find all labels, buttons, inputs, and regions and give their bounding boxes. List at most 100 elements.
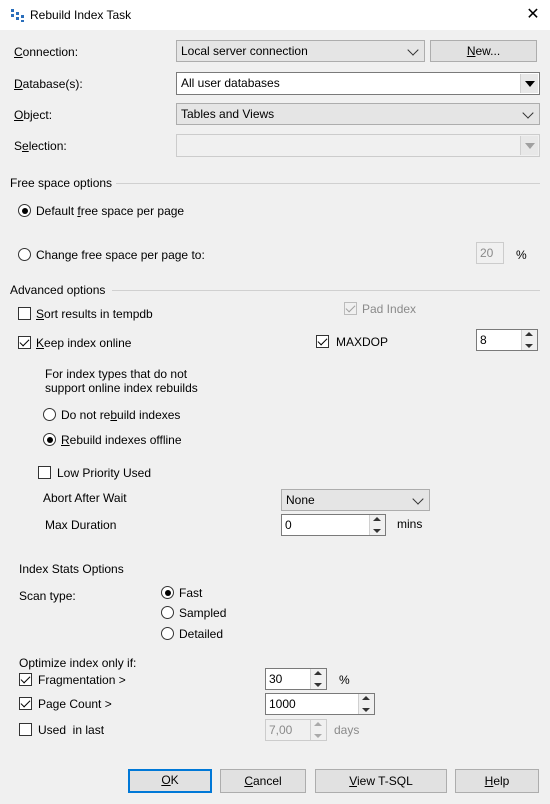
object-dropdown[interactable]: Tables and Views [176,103,540,125]
max-duration-spinner[interactable] [369,515,385,535]
used-in-last-checkbox[interactable] [19,723,32,736]
page-count-input[interactable]: 1000 [265,693,375,715]
spin-down-icon [314,734,322,738]
pad-index-checkbox[interactable] [344,302,357,315]
max-duration-value: 0 [285,518,292,532]
used-in-last-unit: days [334,723,360,737]
cancel-button[interactable]: Cancel [220,769,306,793]
spin-down-icon [373,529,381,533]
free-space-percent-input[interactable]: 20 [476,242,504,264]
triangle-down-icon [525,143,535,149]
maxdop-spinner[interactable] [521,330,537,350]
scan-fast-radio[interactable] [161,586,174,599]
free-space-header: Free space options [10,176,113,190]
page-count-checkbox[interactable] [19,697,32,710]
chevron-down-icon [522,107,534,119]
selection-label: Selection: [14,139,67,153]
change-free-space-radio[interactable] [18,248,31,261]
window-title: Rebuild Index Task [30,8,132,22]
maxdop-checkbox[interactable] [316,335,329,348]
page-count-spinner[interactable] [358,694,374,714]
default-free-space-radio[interactable] [18,204,31,217]
maxdop-input[interactable]: 8 [476,329,538,351]
fragmentation-spinner[interactable] [310,669,326,689]
low-priority-checkbox[interactable] [38,466,51,479]
spin-down-icon [525,344,533,348]
fragmentation-unit: % [339,673,350,687]
max-duration-input[interactable]: 0 [281,514,386,536]
view-tsql-button[interactable]: View T-SQL [315,769,447,793]
page-count-value: 1000 [269,697,296,711]
optimize-header: Optimize index only if: [19,656,137,670]
spin-up-icon [314,722,322,726]
fragmentation-input[interactable]: 30 [265,668,327,690]
chevron-down-icon [412,493,424,505]
databases-value: All user databases [181,76,280,90]
object-label: Object: [14,108,53,122]
scan-detailed-label: Detailed [179,627,224,641]
sort-tempdb-checkbox[interactable] [18,307,31,320]
low-priority-label: Low Priority Used [57,466,152,480]
change-free-space-label: Change free space per page to: [36,248,205,262]
triangle-down-icon [525,81,535,87]
keep-online-checkbox[interactable] [18,336,31,349]
ok-button[interactable]: OK [128,769,212,793]
sort-tempdb-label: Sort results in tempdb [36,307,153,321]
advanced-options-header: Advanced options [10,283,106,297]
used-in-last-input[interactable]: 7,00 [265,719,327,741]
chevron-down-icon [407,44,419,56]
object-value: Tables and Views [181,107,275,121]
title-bar: Rebuild Index Task ✕ [0,0,550,30]
abort-after-wait-value: None [286,493,315,507]
task-icon [10,7,26,23]
online-note-line2: support online index rebuilds [45,381,198,395]
spin-up-icon [362,696,370,700]
connection-dropdown[interactable]: Local server connection [176,40,425,62]
help-button[interactable]: Help [455,769,539,793]
selection-dropdown[interactable] [176,134,540,157]
scan-type-label: Scan type: [19,589,76,603]
databases-dropdown[interactable]: All user databases [176,72,540,95]
fragmentation-label: Fragmentation > [38,673,126,687]
online-note-line1: For index types that do not [45,367,188,381]
abort-after-wait-label: Abort After Wait [43,491,127,505]
connection-value: Local server connection [181,44,308,58]
pad-index-label: Pad Index [362,302,417,316]
keep-online-label: Keep index online [36,336,132,350]
abort-after-wait-dropdown[interactable]: None [281,489,430,511]
used-in-last-value: 7,00 [269,723,293,737]
do-not-rebuild-radio[interactable] [43,408,56,421]
new-connection-button[interactable]: New... [430,40,537,62]
spin-up-icon [314,671,322,675]
used-in-last-label: Used in last [38,723,105,737]
fragmentation-checkbox[interactable] [19,673,32,686]
fragmentation-value: 30 [269,672,283,686]
connection-label: Connection: [14,45,79,59]
page-count-label: Page Count > [38,697,112,711]
separator [112,290,540,291]
scan-sampled-label: Sampled [179,606,227,620]
free-space-percent-value: 20 [480,246,494,260]
spin-down-icon [314,683,322,687]
scan-sampled-radio[interactable] [161,606,174,619]
max-duration-label: Max Duration [45,518,117,532]
dropdown-button [520,74,538,93]
index-stats-header: Index Stats Options [19,562,124,576]
rebuild-offline-label: Rebuild indexes offline [61,433,182,447]
used-in-last-spinner[interactable] [310,720,326,740]
percent-unit: % [516,248,527,262]
spin-down-icon [362,708,370,712]
maxdop-label: MAXDOP [336,335,389,349]
default-free-space-label: Default free space per page [36,204,185,218]
do-not-rebuild-label: Do not rebuild indexes [61,408,181,422]
separator [116,183,540,184]
rebuild-offline-radio[interactable] [43,433,56,446]
databases-label: Database(s): [14,77,83,91]
spin-up-icon [525,332,533,336]
max-duration-unit: mins [397,517,423,531]
scan-fast-label: Fast [179,586,203,600]
scan-detailed-radio[interactable] [161,627,174,640]
dropdown-button [520,136,538,155]
close-button[interactable]: ✕ [522,4,544,26]
spin-up-icon [373,517,381,521]
